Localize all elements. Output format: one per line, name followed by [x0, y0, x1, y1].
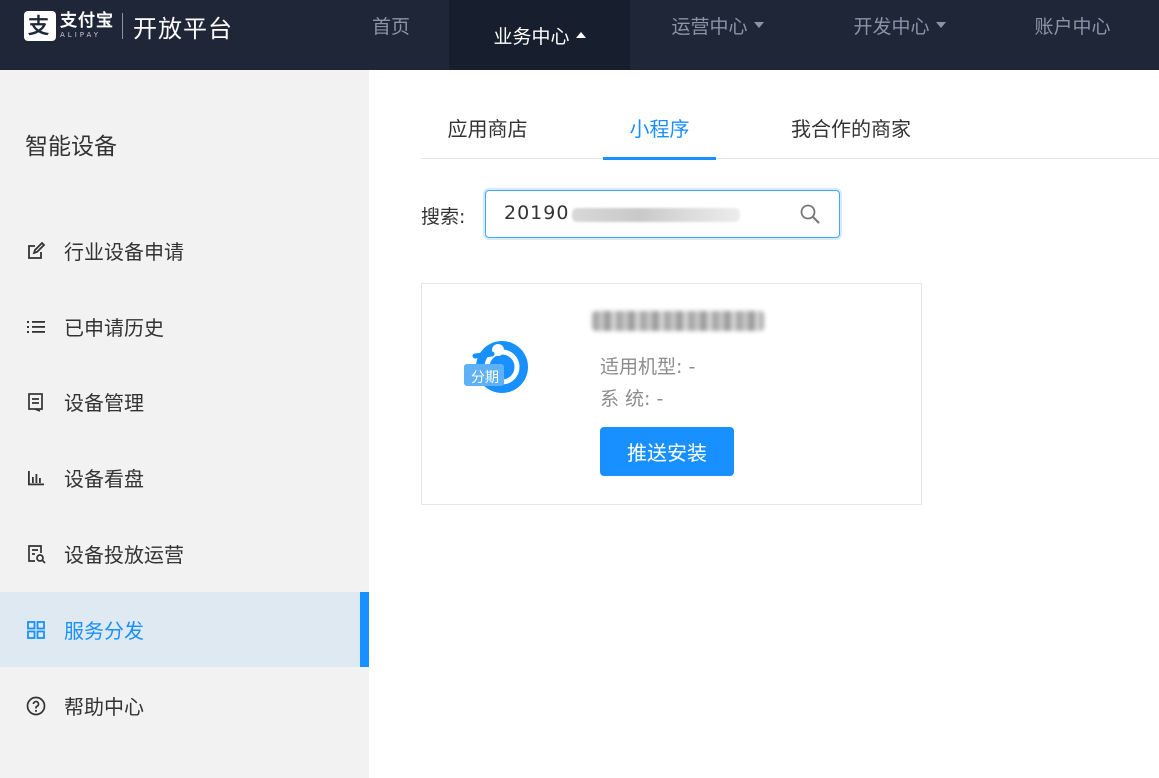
sidebar-item-device-dashboard[interactable]: 设备看盘: [0, 440, 369, 515]
sidebar-item-label: 行业设备申请: [64, 240, 184, 264]
caret-down-icon: [753, 22, 764, 28]
sidebar-item-device-application[interactable]: 行业设备申请: [0, 213, 369, 288]
list-icon: [25, 316, 47, 338]
system-label: 系 统:: [600, 388, 651, 410]
nav-business-center[interactable]: 业务中心: [449, 0, 630, 70]
doc-search-icon: [25, 543, 47, 565]
nav-business-center-label: 业务中心: [493, 25, 570, 48]
sidebar-item-label: 服务分发: [64, 619, 144, 643]
logo-brand-cn: 支付宝: [60, 11, 114, 31]
mini-program-card: 分期 适用机型: - 系 统: - 推送安装: [421, 283, 922, 505]
caret-down-icon: [935, 22, 946, 28]
question-circle-icon: [25, 695, 47, 717]
nav-operations-center[interactable]: 运营中心: [640, 0, 795, 50]
platform-title: 开放平台: [133, 14, 233, 43]
sidebar-item-help-center[interactable]: 帮助中心: [0, 668, 369, 743]
sidebar-item-label: 设备投放运营: [64, 543, 184, 567]
sidebar-item-label: 设备看盘: [64, 467, 144, 491]
tab-my-merchants[interactable]: 我合作的商家: [767, 96, 935, 159]
alipay-logo-icon: [24, 11, 56, 41]
top-navigation-bar: 支付宝 ALIPAY 开放平台 首页 业务中心 运营中心 开发中心 账户中心: [0, 0, 1159, 70]
sidebar-item-application-history[interactable]: 已申请历史: [0, 289, 369, 364]
nav-operations-center-label: 运营中心: [671, 15, 748, 38]
model-info: 适用机型: -: [600, 352, 695, 379]
search-icon[interactable]: [799, 203, 821, 225]
sidebar-item-device-management[interactable]: 设备管理: [0, 364, 369, 439]
edit-icon: [25, 240, 47, 262]
system-info: 系 统: -: [600, 384, 663, 411]
search-input[interactable]: 20190: [485, 190, 840, 238]
app-icon-label: 分期: [471, 370, 499, 386]
content-tabs: 应用商店 小程序 我合作的商家: [421, 96, 1159, 160]
sidebar-item-label: 已申请历史: [64, 316, 164, 340]
logo-brand-en: ALIPAY: [60, 31, 102, 39]
sidebar-title: 智能设备: [25, 134, 117, 160]
tab-mini-program[interactable]: 小程序: [603, 96, 716, 160]
sidebar: 智能设备 行业设备申请 已申请历史 设备管理 设备看盘 设备投放运营 服务分发 …: [0, 70, 369, 778]
tab-app-store[interactable]: 应用商店: [421, 96, 554, 159]
nav-dev-center-label: 开发中心: [853, 15, 930, 38]
sidebar-item-service-distribution[interactable]: 服务分发: [0, 592, 369, 667]
logo-divider: [122, 13, 123, 39]
device-doc-icon: [25, 391, 47, 413]
tab-my-merchants-label: 我合作的商家: [791, 117, 911, 141]
nav-account-center-label: 账户中心: [1034, 15, 1111, 38]
search-label: 搜索:: [421, 206, 466, 228]
nav-account-center[interactable]: 账户中心: [1010, 0, 1135, 50]
tab-app-store-label: 应用商店: [447, 117, 528, 141]
system-value: -: [656, 388, 664, 410]
installment-app-icon: 分期: [462, 336, 530, 396]
nav-home-label: 首页: [371, 15, 410, 38]
nav-dev-center[interactable]: 开发中心: [822, 0, 977, 50]
nav-home[interactable]: 首页: [341, 0, 441, 50]
logo-brand-text: 支付宝 ALIPAY: [60, 13, 114, 39]
sidebar-item-label: 设备管理: [64, 391, 144, 415]
model-value: -: [688, 356, 696, 378]
caret-up-icon: [575, 32, 586, 38]
redacted-app-name: [592, 311, 764, 331]
alipay-logo[interactable]: 支付宝 ALIPAY 开放平台: [24, 11, 233, 43]
sidebar-item-device-operations[interactable]: 设备投放运营: [0, 516, 369, 591]
push-install-button[interactable]: 推送安装: [600, 427, 734, 476]
tab-mini-program-label: 小程序: [629, 117, 690, 141]
sidebar-item-label: 帮助中心: [64, 695, 144, 719]
search-input-value: 20190: [504, 202, 570, 224]
model-label: 适用机型:: [600, 356, 683, 378]
bar-chart-icon: [25, 467, 47, 489]
grid-icon: [25, 619, 47, 641]
redacted-search-text: [572, 208, 740, 222]
